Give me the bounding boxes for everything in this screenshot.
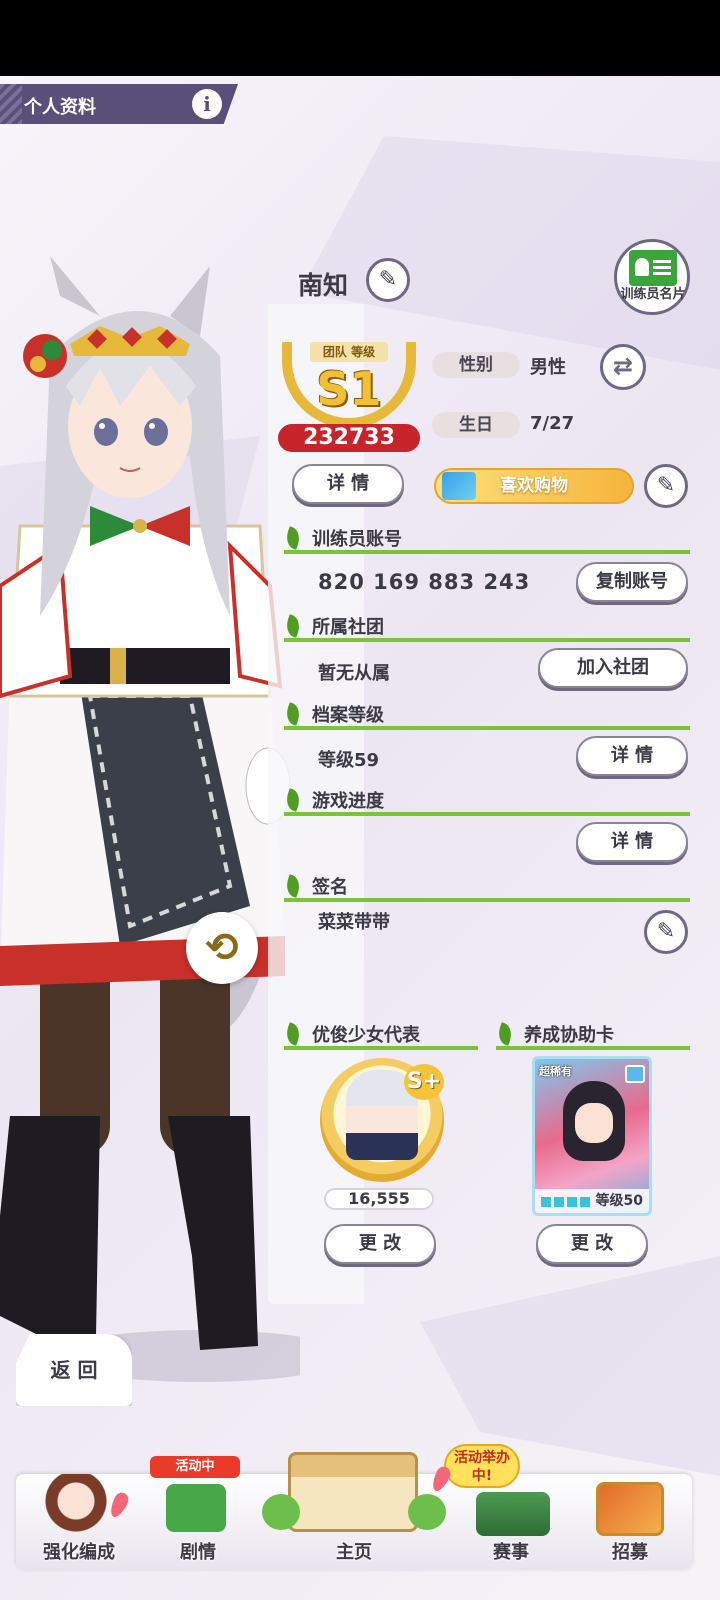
header-bar: 个人资料 i bbox=[0, 84, 238, 124]
book-icon bbox=[166, 1484, 226, 1532]
edit-favorite-button[interactable]: ✎ bbox=[644, 464, 688, 508]
section-club: 所属社团 bbox=[283, 610, 690, 642]
gender-value: 男性 bbox=[530, 357, 566, 378]
file-level-value: 等级59 bbox=[318, 750, 380, 771]
nav-label: 主页 bbox=[336, 1542, 372, 1563]
club-value: 暂无从属 bbox=[318, 663, 390, 684]
section-signature: 签名 bbox=[283, 870, 690, 902]
back-button[interactable]: 返 回 bbox=[16, 1334, 132, 1406]
section-title: 训练员账号 bbox=[312, 529, 402, 550]
nav-label: 剧情 bbox=[180, 1542, 216, 1563]
grade-badge: S+ bbox=[404, 1064, 444, 1100]
account-number: 820 169 883 243 bbox=[318, 570, 531, 594]
swap-icon: ⇄ bbox=[612, 352, 634, 380]
leaf-icon bbox=[283, 1022, 303, 1046]
birthday-label: 生日 bbox=[432, 412, 520, 438]
rank-grade: S1 bbox=[316, 362, 382, 416]
support-card-level: 等级50 bbox=[595, 1193, 643, 1209]
section-title: 游戏进度 bbox=[312, 791, 384, 812]
tree-icon bbox=[262, 1494, 300, 1530]
nav-story[interactable]: 活动中 剧情 bbox=[144, 1456, 252, 1570]
rotate-character-button[interactable]: ⟲ bbox=[186, 912, 258, 984]
leaf-icon bbox=[283, 526, 303, 550]
card-art-face bbox=[575, 1103, 613, 1143]
trainer-card-button[interactable]: 训练员名片 bbox=[614, 239, 690, 315]
join-club-button[interactable]: 加入社团 bbox=[538, 648, 688, 688]
section-title: 养成协助卡 bbox=[524, 1025, 614, 1046]
section-title: 优俊少女代表 bbox=[312, 1025, 420, 1046]
bottom-navigation: 强化编成 活动中 剧情 主页 活动举办中! 赛事 招募 bbox=[16, 1444, 692, 1570]
section-game-progress: 游戏进度 bbox=[283, 784, 690, 816]
birthday-value: 7/27 bbox=[530, 413, 575, 434]
swap-gender-button[interactable]: ⇄ bbox=[600, 344, 646, 390]
rarity-tag: 超稀有 bbox=[539, 1065, 572, 1078]
school-building-icon bbox=[288, 1452, 418, 1532]
gacha-gate-icon bbox=[596, 1482, 664, 1536]
character-icon bbox=[44, 1474, 108, 1534]
leaf-icon bbox=[283, 614, 303, 638]
info-icon[interactable]: i bbox=[192, 89, 222, 119]
file-level-details-button[interactable]: 详 情 bbox=[576, 736, 688, 776]
nav-enhance[interactable]: 强化编成 bbox=[16, 1474, 142, 1570]
rank-points: 232733 bbox=[278, 424, 420, 452]
nav-label: 赛事 bbox=[493, 1542, 529, 1563]
rank-details-button[interactable]: 详 情 bbox=[292, 464, 404, 504]
representative-portrait[interactable]: S+ bbox=[320, 1058, 444, 1182]
shopping-icon bbox=[442, 472, 476, 500]
pencil-icon: ✎ bbox=[656, 473, 676, 498]
rank-label: 团队 等级 bbox=[310, 342, 388, 362]
event-bubble: 活动举办中! bbox=[444, 1444, 520, 1488]
section-file-level: 档案等级 bbox=[283, 698, 690, 730]
leaf-icon bbox=[283, 788, 303, 812]
signature-value: 菜菜带带 bbox=[318, 912, 390, 933]
trainer-name: 南知 bbox=[298, 271, 349, 300]
nav-label: 招募 bbox=[612, 1542, 648, 1563]
pencil-icon: ✎ bbox=[656, 919, 676, 944]
card-type-icon bbox=[625, 1065, 645, 1083]
section-title: 签名 bbox=[312, 877, 348, 898]
nav-home[interactable]: 主页 bbox=[254, 1452, 454, 1570]
leaf-icon bbox=[283, 874, 303, 898]
section-title: 档案等级 bbox=[312, 705, 384, 726]
team-rank-badge: 团队 等级 S1 232733 bbox=[276, 324, 422, 452]
character-illustration bbox=[0, 256, 300, 1382]
section-representative: 优俊少女代表 bbox=[283, 1018, 478, 1050]
section-title: 所属社团 bbox=[312, 617, 384, 638]
leaf-icon bbox=[495, 1022, 515, 1046]
trainer-card-label: 训练员名片 bbox=[620, 287, 686, 302]
carrot-icon bbox=[107, 1490, 131, 1520]
limit-break-pips bbox=[541, 1197, 591, 1207]
representative-score: 16,555 bbox=[324, 1188, 434, 1210]
nav-races[interactable]: 活动举办中! 赛事 bbox=[444, 1444, 566, 1570]
section-support-card: 养成协助卡 bbox=[495, 1018, 690, 1050]
page-title: 个人资料 bbox=[24, 97, 96, 118]
header-stripes bbox=[0, 84, 22, 124]
event-badge: 活动中 bbox=[150, 1456, 240, 1478]
profile-screen: 个人资料 i ⟲ 南知 ✎ 训练员名片 团队 等级 S1 232733 性别 男… bbox=[0, 76, 720, 1600]
nav-recruit[interactable]: 招募 bbox=[568, 1474, 692, 1570]
edit-signature-button[interactable]: ✎ bbox=[644, 910, 688, 954]
nav-label: 强化编成 bbox=[43, 1542, 115, 1563]
gender-label: 性别 bbox=[432, 352, 520, 378]
copy-account-button[interactable]: 复制账号 bbox=[576, 562, 688, 602]
id-card-icon bbox=[629, 250, 677, 286]
racetrack-gate-icon bbox=[476, 1492, 550, 1536]
edit-name-button[interactable]: ✎ bbox=[366, 258, 410, 302]
progress-details-button[interactable]: 详 情 bbox=[576, 822, 688, 862]
tree-icon bbox=[408, 1494, 446, 1530]
leaf-icon bbox=[283, 702, 303, 726]
change-support-card-button[interactable]: 更 改 bbox=[536, 1224, 648, 1264]
pencil-icon: ✎ bbox=[378, 267, 398, 292]
background-shard bbox=[420, 1256, 720, 1476]
favorite-text: 喜欢购物 bbox=[500, 476, 568, 496]
support-card[interactable]: 超稀有 等级50 bbox=[532, 1056, 652, 1216]
section-trainer-account: 训练员账号 bbox=[283, 522, 690, 554]
favorite-banner: 喜欢购物 bbox=[434, 468, 634, 504]
change-representative-button[interactable]: 更 改 bbox=[324, 1224, 436, 1264]
